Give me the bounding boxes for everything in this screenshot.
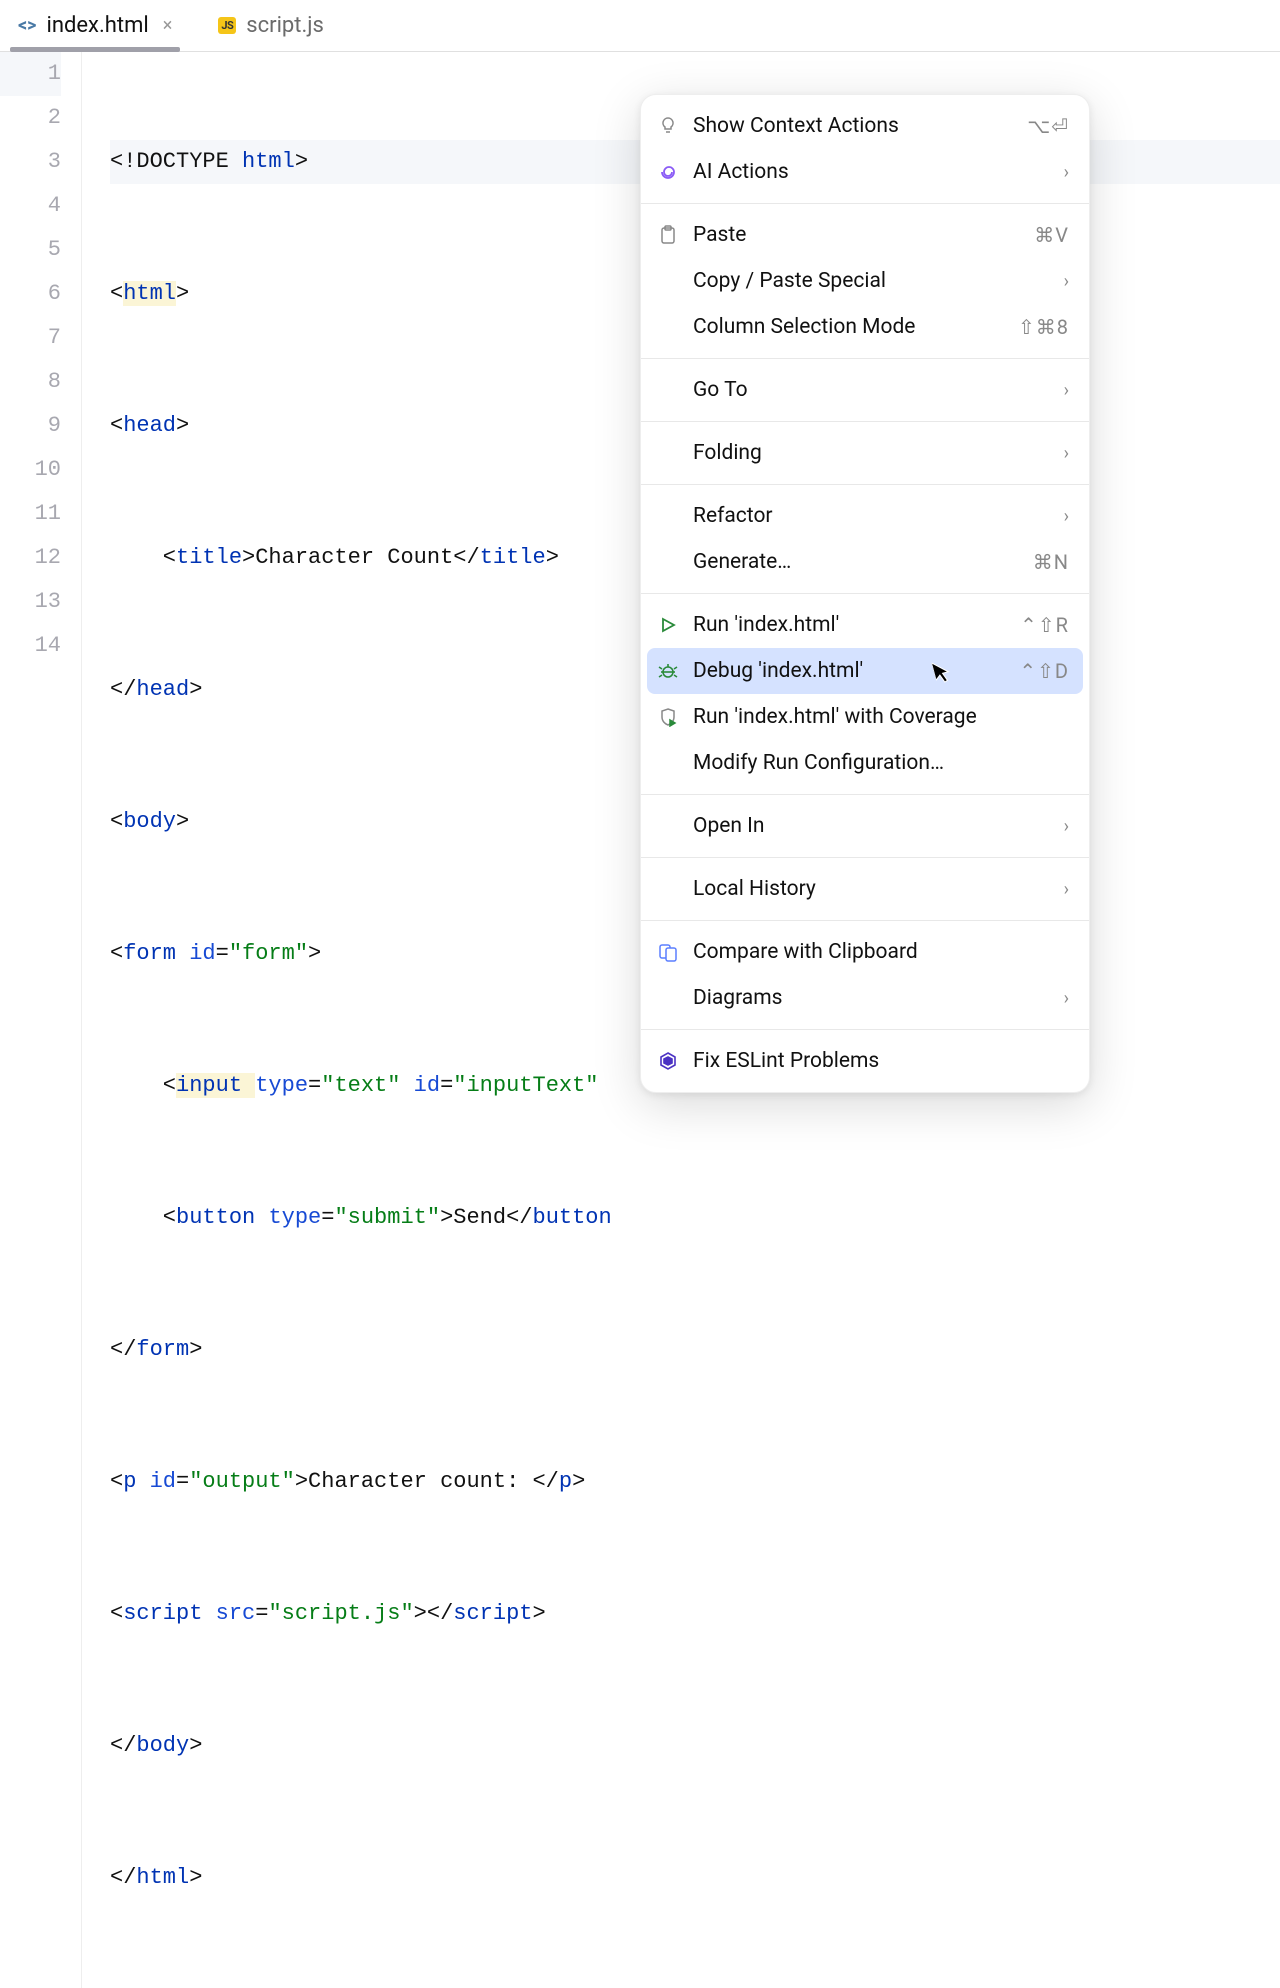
menu-fix-eslint[interactable]: Fix ESLint Problems: [641, 1038, 1089, 1084]
close-icon[interactable]: ×: [163, 15, 173, 36]
menu-ai-actions[interactable]: AI Actions ›: [641, 149, 1089, 195]
menu-separator: [641, 593, 1089, 594]
menu-label: Debug 'index.html': [693, 659, 1005, 683]
menu-run[interactable]: Run 'index.html' ⌃⇧R: [641, 602, 1089, 648]
menu-shortcut: ⇧⌘8: [1018, 315, 1069, 339]
context-menu: Show Context Actions ⌥⏎ AI Actions › Pas…: [640, 94, 1090, 1093]
menu-label: Fix ESLint Problems: [693, 1049, 1069, 1073]
tab-label: index.html: [46, 13, 148, 38]
menu-copy-paste-special[interactable]: Copy / Paste Special ›: [641, 258, 1089, 304]
js-file-icon: JS: [218, 17, 236, 34]
menu-debug[interactable]: Debug 'index.html' ⌃⇧D: [647, 648, 1083, 694]
code-line: <script src="script.js"></script>: [110, 1592, 1280, 1636]
menu-local-history[interactable]: Local History ›: [641, 866, 1089, 912]
menu-separator: [641, 358, 1089, 359]
menu-goto[interactable]: Go To ›: [641, 367, 1089, 413]
code-line: </html>: [110, 1856, 1280, 1900]
menu-column-selection[interactable]: Column Selection Mode ⇧⌘8: [641, 304, 1089, 350]
code-line: <p id="output">Character count: </p>: [110, 1460, 1280, 1504]
menu-separator: [641, 484, 1089, 485]
empty-icon: [657, 752, 679, 774]
menu-coverage[interactable]: Run 'index.html' with Coverage: [641, 694, 1089, 740]
menu-shortcut: ⌘V: [1034, 223, 1069, 247]
empty-icon: [657, 551, 679, 573]
menu-paste[interactable]: Paste ⌘V: [641, 212, 1089, 258]
spiral-icon: [657, 161, 679, 183]
empty-icon: [657, 379, 679, 401]
lightbulb-icon: [657, 115, 679, 137]
menu-refactor[interactable]: Refactor ›: [641, 493, 1089, 539]
menu-label: Generate…: [693, 550, 1019, 574]
menu-separator: [641, 421, 1089, 422]
menu-separator: [641, 1029, 1089, 1030]
menu-separator: [641, 203, 1089, 204]
tab-index-html[interactable]: <> index.html ×: [10, 0, 180, 51]
menu-label: Show Context Actions: [693, 114, 1013, 138]
chevron-right-icon: ›: [1064, 816, 1069, 837]
empty-icon: [657, 815, 679, 837]
menu-compare-clipboard[interactable]: Compare with Clipboard: [641, 929, 1089, 975]
chevron-right-icon: ›: [1064, 162, 1069, 183]
menu-context-actions[interactable]: Show Context Actions ⌥⏎: [641, 103, 1089, 149]
shield-play-icon: [657, 706, 679, 728]
play-icon: [657, 614, 679, 636]
html-file-icon: <>: [18, 15, 36, 36]
compare-icon: [657, 941, 679, 963]
empty-icon: [657, 505, 679, 527]
chevron-right-icon: ›: [1064, 506, 1069, 527]
code-line: </body>: [110, 1724, 1280, 1768]
chevron-right-icon: ›: [1064, 443, 1069, 464]
empty-icon: [657, 270, 679, 292]
menu-generate[interactable]: Generate… ⌘N: [641, 539, 1089, 585]
menu-label: Refactor: [693, 504, 1050, 528]
menu-label: Run 'index.html' with Coverage: [693, 705, 1069, 729]
menu-diagrams[interactable]: Diagrams ›: [641, 975, 1089, 1021]
chevron-right-icon: ›: [1064, 380, 1069, 401]
menu-label: Go To: [693, 378, 1050, 402]
menu-label: Open In: [693, 814, 1050, 838]
tab-label: script.js: [246, 13, 324, 38]
menu-separator: [641, 920, 1089, 921]
empty-icon: [657, 316, 679, 338]
chevron-right-icon: ›: [1064, 988, 1069, 1009]
menu-label: Folding: [693, 441, 1050, 465]
menu-separator: [641, 857, 1089, 858]
line-gutter: 1 2 3 4 5 6 7 8 9 10 11 12 13 14: [0, 52, 82, 1988]
editor-tabs: <> index.html × JS script.js: [0, 0, 1280, 52]
code-line: <button type="submit">Send</button: [110, 1196, 1280, 1240]
menu-separator: [641, 794, 1089, 795]
code-line: </form>: [110, 1328, 1280, 1372]
chevron-right-icon: ›: [1064, 879, 1069, 900]
clipboard-icon: [657, 224, 679, 246]
menu-label: Modify Run Configuration…: [693, 751, 1069, 775]
bug-icon: [657, 660, 679, 682]
menu-shortcut: ⌃⇧D: [1019, 659, 1069, 683]
menu-modify-run-config[interactable]: Modify Run Configuration…: [641, 740, 1089, 786]
menu-label: Compare with Clipboard: [693, 940, 1069, 964]
eslint-icon: [657, 1050, 679, 1072]
menu-open-in[interactable]: Open In ›: [641, 803, 1089, 849]
menu-shortcut: ⌃⇧R: [1020, 613, 1069, 637]
menu-label: Diagrams: [693, 986, 1050, 1010]
menu-label: Column Selection Mode: [693, 315, 1004, 339]
chevron-right-icon: ›: [1064, 271, 1069, 292]
menu-shortcut: ⌘N: [1033, 550, 1069, 574]
empty-icon: [657, 442, 679, 464]
menu-label: AI Actions: [693, 160, 1050, 184]
menu-label: Paste: [693, 223, 1020, 247]
empty-icon: [657, 878, 679, 900]
menu-folding[interactable]: Folding ›: [641, 430, 1089, 476]
tab-script-js[interactable]: JS script.js: [210, 0, 332, 51]
menu-label: Local History: [693, 877, 1050, 901]
menu-shortcut: ⌥⏎: [1027, 114, 1069, 138]
menu-label: Copy / Paste Special: [693, 269, 1050, 293]
empty-icon: [657, 987, 679, 1009]
menu-label: Run 'index.html': [693, 613, 1006, 637]
